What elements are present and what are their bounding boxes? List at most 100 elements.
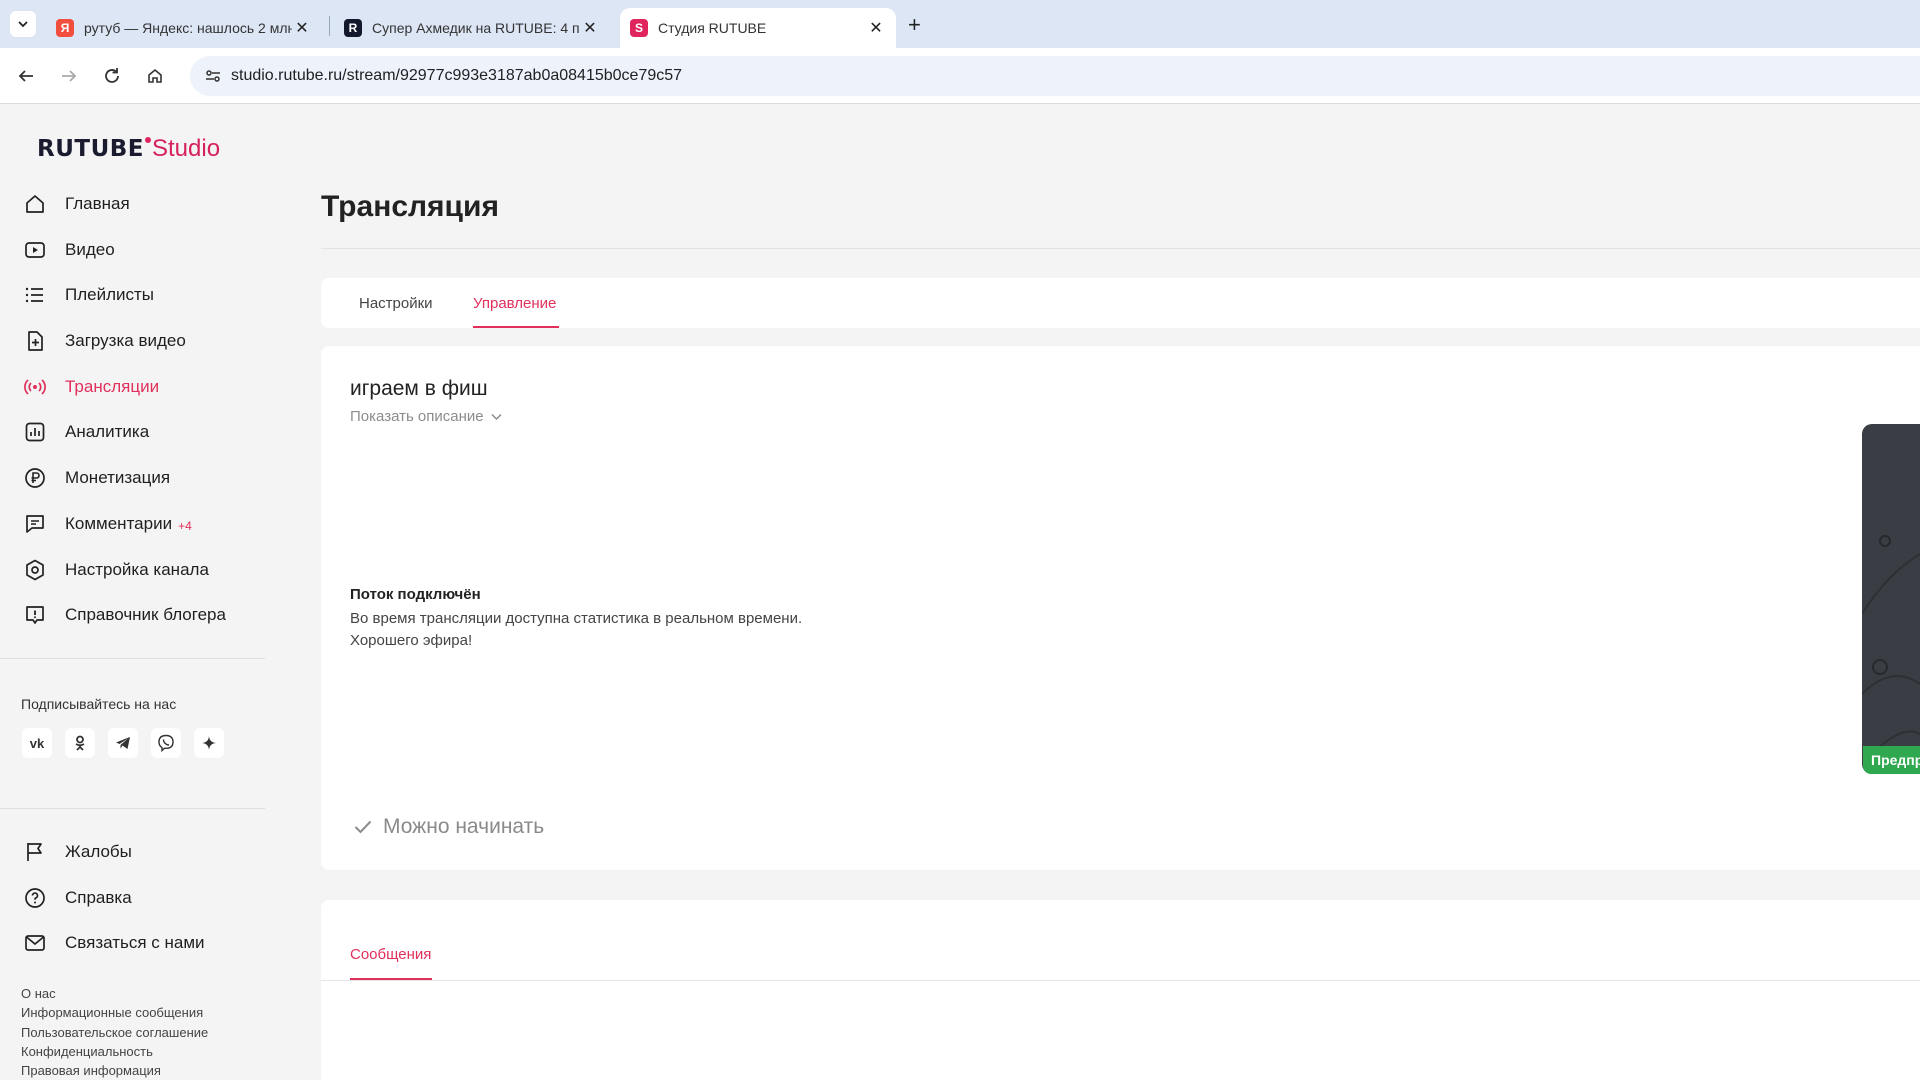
viber-icon[interactable] bbox=[151, 728, 181, 758]
browser-tab-studio[interactable]: S Студия RUTUBE ✕ bbox=[620, 8, 896, 48]
browser-tab-rutube[interactable]: R Супер Ахмедик на RUTUBE: 4 подписчика … bbox=[334, 8, 610, 48]
logo-dot bbox=[145, 137, 151, 143]
comment-icon bbox=[26, 515, 44, 533]
close-tab-icon[interactable]: ✕ bbox=[580, 18, 600, 38]
url-text: studio.rutube.ru/stream/92977c993e3187ab… bbox=[231, 67, 683, 84]
messages-card: Сообщения bbox=[321, 900, 1920, 1080]
tab-search-button[interactable] bbox=[10, 11, 36, 37]
tab-separator bbox=[329, 16, 330, 36]
preview-graphic bbox=[1862, 535, 1920, 755]
sidebar-item-label: Справочник блогера bbox=[65, 605, 226, 624]
follow-us-label: Подписывайтесь на нас bbox=[21, 696, 177, 712]
reload-button[interactable] bbox=[98, 62, 126, 90]
sidebar-item-analytics[interactable]: Аналитика bbox=[24, 416, 149, 448]
rutube-favicon-icon: R bbox=[344, 19, 362, 37]
forward-button[interactable] bbox=[55, 62, 83, 90]
tab-title: рутуб — Яндекс: нашлось 2 млн bbox=[84, 20, 292, 36]
mail-icon bbox=[25, 935, 45, 951]
stream-status-title: Поток подключён bbox=[350, 586, 481, 603]
tab-management[interactable]: Управление bbox=[473, 295, 556, 312]
home-button[interactable] bbox=[141, 62, 169, 90]
new-tab-icon[interactable]: + bbox=[908, 12, 921, 38]
yandex-favicon-icon: Я bbox=[56, 19, 74, 37]
rutube-studio-logo[interactable]: RUTUBE Studio bbox=[37, 135, 220, 163]
sidebar-item-label: Связаться с нами bbox=[65, 933, 205, 952]
tab-title: Студия RUTUBE bbox=[658, 20, 767, 36]
tab-messages[interactable]: Сообщения bbox=[350, 946, 431, 963]
title-divider bbox=[321, 248, 1920, 249]
logo-brand: RUTUBE bbox=[37, 136, 144, 162]
sidebar-item-upload[interactable]: Загрузка видео bbox=[24, 325, 186, 357]
arrow-left-icon bbox=[18, 70, 33, 82]
sidebar-item-broadcasts[interactable]: Трансляции bbox=[24, 371, 159, 403]
stream-status-wish: Хорошего эфира! bbox=[350, 632, 473, 649]
sidebar-item-label: Плейлисты bbox=[65, 285, 155, 304]
logo-product: Studio bbox=[152, 135, 221, 162]
show-description-label: Показать описание bbox=[350, 408, 484, 425]
active-tab-underline bbox=[473, 326, 559, 328]
sidebar-divider bbox=[0, 658, 265, 659]
broadcast-icon bbox=[24, 379, 46, 395]
back-button[interactable] bbox=[12, 62, 40, 90]
video-icon bbox=[25, 242, 45, 258]
settings-icon bbox=[26, 559, 44, 581]
show-description-toggle[interactable]: Показать описание bbox=[350, 408, 502, 425]
close-tab-icon[interactable]: ✕ bbox=[292, 18, 312, 38]
sidebar-item-channel-settings[interactable]: Настройка канала bbox=[24, 554, 209, 586]
sidebar-item-label: Видео bbox=[65, 240, 115, 259]
home-icon bbox=[148, 68, 162, 83]
tab-settings[interactable]: Настройки bbox=[359, 295, 433, 312]
sidebar-item-label: Аналитика bbox=[65, 422, 150, 441]
url-field[interactable]: studio.rutube.ru/stream/92977c993e3187ab… bbox=[190, 56, 1920, 96]
arrow-right-icon bbox=[62, 70, 77, 82]
vk-icon[interactable]: vk bbox=[22, 728, 52, 758]
footer-link-about[interactable]: О нас bbox=[21, 986, 56, 1001]
sidebar-item-comments[interactable]: Комментарии +4 bbox=[24, 508, 192, 540]
page-title: Трансляция bbox=[321, 190, 499, 223]
sidebar-item-home[interactable]: Главная bbox=[24, 188, 130, 220]
sidebar-item-label: Трансляции bbox=[65, 377, 160, 396]
footer-link-privacy[interactable]: Конфиденциальность bbox=[21, 1044, 153, 1059]
close-tab-icon[interactable]: ✕ bbox=[866, 18, 886, 38]
reload-icon bbox=[105, 68, 119, 83]
preview-button[interactable]: Предпросмотр bbox=[1863, 746, 1920, 774]
sidebar-item-label: Монетизация bbox=[65, 468, 171, 487]
sidebar-item-label: Жалобы bbox=[65, 842, 132, 861]
sidebar-item-label: Комментарии bbox=[65, 514, 173, 533]
stream-status-text: Во время трансляции доступна статистика … bbox=[350, 610, 803, 627]
sidebar-item-label: Главная bbox=[65, 194, 130, 213]
sidebar-item-video[interactable]: Видео bbox=[24, 234, 115, 266]
stream-card: играем в фиш Показать описание Поток под… bbox=[321, 346, 1920, 870]
ok-icon[interactable] bbox=[65, 728, 95, 758]
help-icon bbox=[25, 888, 45, 908]
browser-tab-yandex[interactable]: Я рутуб — Яндекс: нашлось 2 млн ✕ bbox=[46, 8, 322, 48]
sidebar-item-monetization[interactable]: Монетизация bbox=[24, 462, 170, 494]
browser-tab-bar: Я рутуб — Яндекс: нашлось 2 млн ✕ R Супе… bbox=[0, 0, 1920, 48]
page-tabs: Настройки Управление bbox=[321, 278, 1920, 328]
footer-link-info-messages[interactable]: Информационные сообщения bbox=[21, 1005, 203, 1020]
stream-title: играем в фиш bbox=[350, 377, 488, 400]
dzen-icon[interactable] bbox=[194, 728, 224, 758]
footer-link-user-agreement[interactable]: Пользовательское соглашение bbox=[21, 1025, 208, 1040]
flag-icon bbox=[27, 843, 42, 861]
info-icon bbox=[26, 606, 44, 624]
messages-divider bbox=[321, 980, 1920, 981]
ready-label: Можно начинать bbox=[383, 815, 545, 838]
sidebar-item-help[interactable]: Справка bbox=[24, 882, 132, 914]
home-icon bbox=[26, 195, 44, 213]
sidebar-item-playlists[interactable]: Плейлисты bbox=[24, 279, 154, 311]
sidebar-item-label: Загрузка видео bbox=[65, 331, 186, 350]
sidebar-item-complaints[interactable]: Жалобы bbox=[24, 836, 132, 868]
sidebar-item-blogger-guide[interactable]: Справочник блогера bbox=[24, 599, 226, 631]
sidebar-divider bbox=[0, 808, 265, 809]
studio-favicon-icon: S bbox=[630, 19, 648, 37]
ready-to-start-status: Можно начинать bbox=[354, 815, 544, 839]
telegram-icon[interactable] bbox=[108, 728, 138, 758]
sidebar-item-contact[interactable]: Связаться с нами bbox=[24, 927, 205, 959]
analytics-icon bbox=[25, 422, 45, 442]
check-icon bbox=[354, 820, 372, 834]
site-settings-icon[interactable] bbox=[202, 65, 224, 87]
footer-link-legal[interactable]: Правовая информация bbox=[21, 1063, 161, 1078]
list-icon bbox=[25, 287, 43, 303]
chevron-down-icon bbox=[491, 413, 502, 420]
